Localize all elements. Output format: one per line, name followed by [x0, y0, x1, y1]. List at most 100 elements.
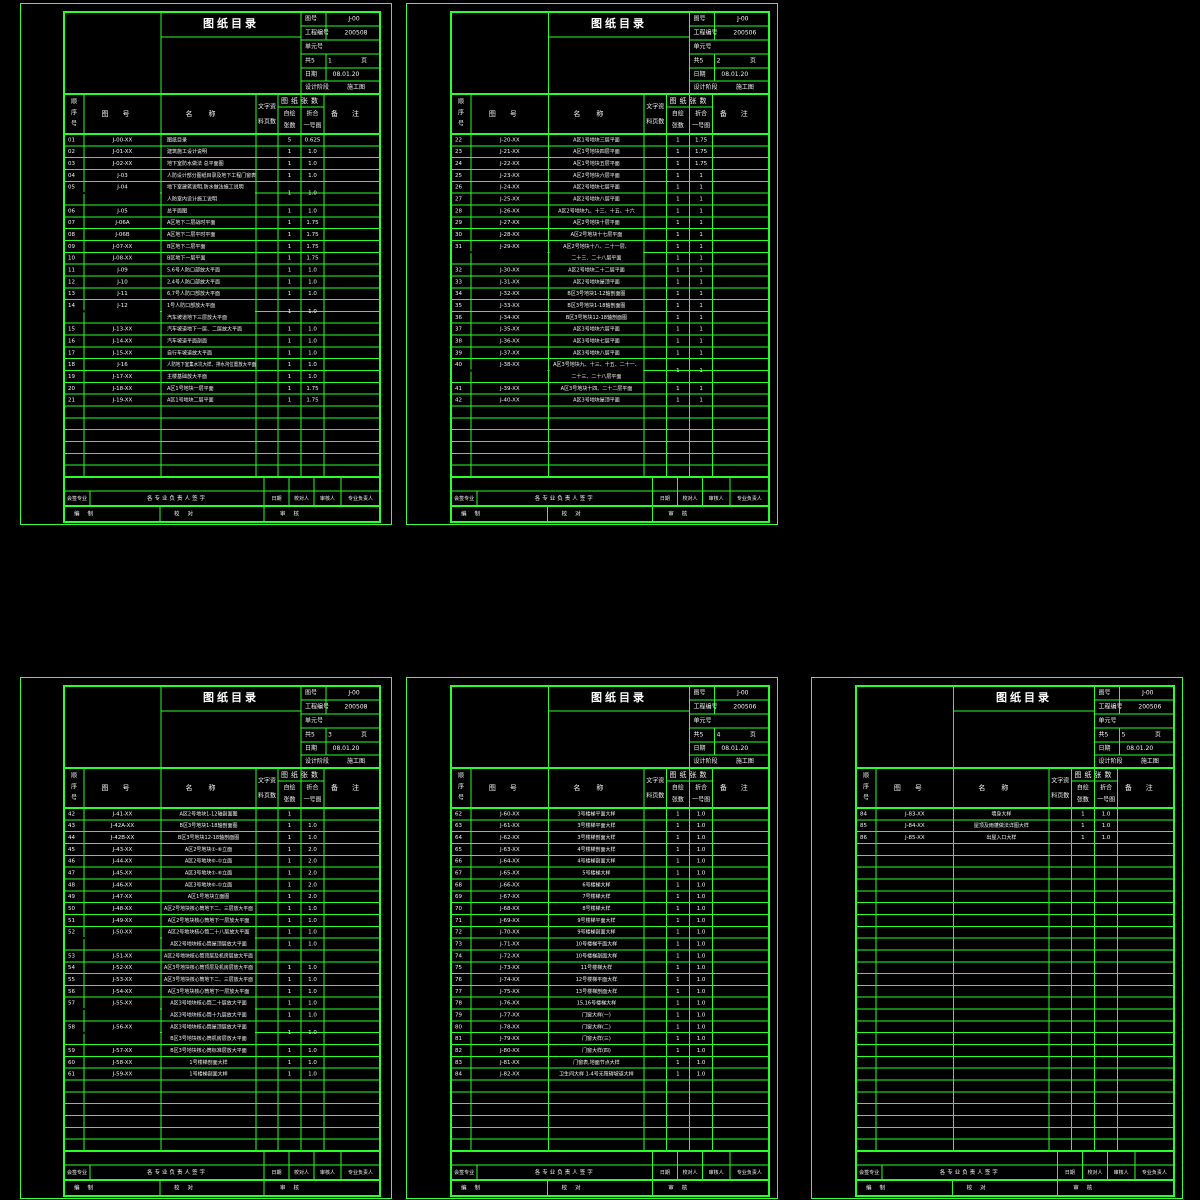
- row-code: J-28-XX: [499, 232, 520, 238]
- row-sheet-equiv: 1.0: [697, 989, 706, 995]
- row-name: A区2号地块七层平面: [573, 184, 620, 191]
- row-sheet-equiv: 1.0: [697, 953, 706, 959]
- row-name: B区3号地块12-18轴剖面图: [566, 314, 627, 321]
- stage-label: 设计阶段: [694, 757, 718, 765]
- footer-review-label: 审核人: [709, 495, 724, 502]
- row-sheet-equiv: 1.0: [308, 350, 317, 356]
- seq-header-char: 号: [71, 121, 77, 128]
- row-sheet-equiv-2: 1.0: [308, 942, 317, 948]
- code-header: 图号: [102, 784, 144, 792]
- footer-date-label: 日期: [1065, 1170, 1075, 1176]
- page-no: 2: [717, 58, 721, 65]
- project-no-label: 工程编号: [1099, 703, 1123, 711]
- row-sheet-count: 1: [676, 350, 680, 356]
- sheet-self-header: 自绘: [283, 110, 295, 118]
- row-seq: 45: [68, 847, 75, 853]
- row-sheet-equiv: 1.0: [308, 1048, 317, 1054]
- date-value: 08.01.20: [721, 745, 748, 752]
- row-sheet-equiv: 2.0: [308, 894, 317, 900]
- row-sheet-equiv: 1.0: [697, 882, 706, 888]
- row-seq: 42: [68, 811, 75, 817]
- unit-no-label: 单元号: [694, 43, 712, 51]
- row-sheet-count: 1: [288, 1048, 292, 1054]
- row-sheet-count: 1: [288, 374, 292, 380]
- row-sheet-count: 1: [1081, 823, 1085, 829]
- row-code: J-85-XX: [904, 835, 925, 841]
- row-sheet-equiv: 1.0: [1102, 811, 1111, 817]
- seq-header-char: 号: [458, 795, 464, 802]
- row-code: J-06A: [114, 220, 129, 226]
- row-sheet-equiv-2: 1.0: [308, 1012, 317, 1018]
- row-seq: 74: [455, 953, 462, 959]
- footer-proof-label: 校对人: [1087, 1169, 1102, 1176]
- doc-source-header: 文字资: [258, 103, 276, 111]
- row-name-2: A区3号地块核心筒十九层放大平面: [170, 1011, 247, 1018]
- row-name: A区2号地块十七层平面: [571, 231, 623, 238]
- row-seq: 72: [455, 930, 462, 936]
- name-header: 名称: [573, 109, 619, 118]
- row-sheet-count: 1: [288, 173, 292, 179]
- row-sheet-equiv: 1.75: [306, 256, 319, 262]
- row-sheet-count-2: 1: [676, 256, 680, 262]
- row-sheet-count: 1: [288, 279, 292, 285]
- row-code: J-26-XX: [499, 208, 520, 214]
- row-code: J-77-XX: [499, 1012, 520, 1018]
- row-code: J-03: [116, 173, 128, 179]
- page-label: 页: [750, 58, 756, 65]
- row-sheet-equiv: 1.0: [308, 906, 317, 912]
- row-name: 7号楼梯大样: [582, 893, 610, 900]
- row-code: J-19-XX: [112, 398, 133, 404]
- sheet-title: 图纸目录: [203, 16, 259, 30]
- row-name: 地下室防水做法 总平面图: [167, 160, 224, 167]
- footer-review-label: 审核人: [320, 495, 335, 502]
- project-no: 200506: [733, 704, 756, 711]
- row-sheet-count: 1: [288, 291, 292, 297]
- footer-sig-label: 会签专业: [859, 1169, 879, 1176]
- drawing-sheet-4: 图纸目录 图号 J-00 工程编号 200506 单元号 共5 4 页日期 08.01.20 设计阶…: [406, 677, 778, 1199]
- row-name: A区2号地块十层平面: [573, 219, 620, 226]
- row-sheet-count: 1: [676, 327, 680, 333]
- row-code: J-02-XX: [112, 161, 133, 167]
- row-name-2: A区2号地块核心筒屋顶层放大平面: [170, 941, 247, 948]
- row-sheet-count: 1: [676, 823, 680, 829]
- row-sheet-count: 1: [288, 1060, 292, 1066]
- table-frame: [855, 685, 1175, 1197]
- row-name: 屋顶及雨蓬做法详图大样: [974, 822, 1029, 829]
- row-sheet-equiv: 1.0: [697, 835, 706, 841]
- drawing-sheet-5: 图纸目录 图号 J-00 工程编号 200506 单元号 共5 5 页日期 08.01.20 设计阶…: [811, 677, 1183, 1199]
- stage-value: 施工图: [347, 757, 365, 765]
- row-name: A区2号地块核心筒地下二、三层放大平面: [164, 905, 253, 912]
- page-no: 5: [1122, 732, 1126, 739]
- sheet-equiv-header: 折合: [695, 110, 707, 118]
- row-sheet-count: 1: [288, 208, 292, 214]
- row-code: J-45-XX: [112, 871, 133, 877]
- row-seq: 55: [68, 977, 75, 983]
- row-name: 墙身大样: [991, 810, 1011, 817]
- footer-date-label: 日期: [271, 496, 281, 502]
- row-name: 11号楼梯大样: [581, 964, 612, 971]
- row-code: J-71-XX: [499, 942, 520, 948]
- row-code: J-11: [116, 291, 127, 297]
- doc-source-header: 料页数: [258, 118, 276, 126]
- row-code: J-68-XX: [499, 906, 520, 912]
- sign-audit-label: 审核: [668, 1184, 695, 1192]
- row-name: 5,6号人防口部放大平面: [167, 267, 220, 274]
- stage-label: 设计阶段: [305, 757, 329, 765]
- row-code: J-55-XX: [112, 1001, 133, 1007]
- code-header: 图号: [102, 110, 144, 118]
- row-sheet-equiv: 1.0: [308, 327, 317, 333]
- seq-header-char: 序: [863, 783, 869, 791]
- row-name: 门窗大样(二): [582, 1023, 611, 1030]
- sheet-title: 图纸目录: [591, 690, 647, 704]
- footer-review-label: 审核人: [320, 1169, 335, 1176]
- row-sheet-equiv: 1: [699, 279, 703, 285]
- row-name: B区3号地块1-18轴剖面图: [180, 822, 238, 829]
- row-sheet-equiv: 1.0: [308, 835, 317, 841]
- row-sheet-equiv: 2.0: [308, 847, 317, 853]
- sheet-self-header: 张数: [283, 796, 295, 804]
- sheet-count-header: 图纸张数: [281, 96, 321, 105]
- footer-chief-label: 各专业负责人签字: [147, 1168, 207, 1176]
- row-code: J-33-XX: [499, 303, 520, 309]
- row-code: J-00-XX: [112, 137, 133, 143]
- row-sheet-equiv: 1.0: [308, 965, 317, 971]
